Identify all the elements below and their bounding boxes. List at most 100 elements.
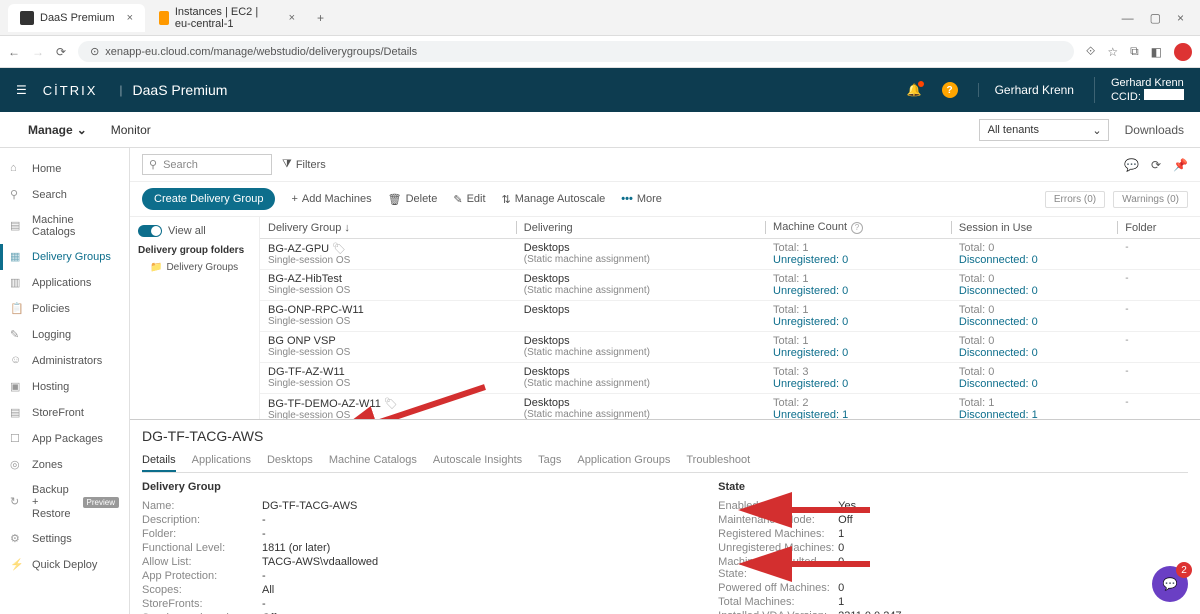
user-profile[interactable]: Gerhard Krenn CCID: <box>1094 77 1184 103</box>
col-folder[interactable]: Folder <box>1117 217 1200 239</box>
edit-button[interactable]: ✎Edit <box>453 193 485 206</box>
detail-value: - <box>262 598 266 610</box>
tab-details[interactable]: Details <box>142 450 176 472</box>
search-input[interactable]: ⚲Search <box>142 154 272 175</box>
create-delivery-group-button[interactable]: Create Delivery Group <box>142 188 275 210</box>
table-row[interactable]: BG-AZ-HibTestSingle-session OS Desktops(… <box>260 270 1200 301</box>
nav-delivery-groups[interactable]: ▦Delivery Groups <box>0 244 129 270</box>
nav-applications[interactable]: ▥Applications <box>0 270 129 296</box>
col-delivering[interactable]: Delivering <box>516 217 765 239</box>
table-row[interactable]: BG-ONP-RPC-W11Single-session OS Desktops… <box>260 301 1200 332</box>
table-row[interactable]: BG-TF-DEMO-AZ-W11 🏷Single-session OS Des… <box>260 394 1200 420</box>
zones-icon: ◎ <box>10 458 24 472</box>
translate-icon[interactable]: ⟐ <box>1086 44 1095 59</box>
nav-settings[interactable]: ⚙Settings <box>0 526 129 552</box>
nav-quick-deploy[interactable]: ⚡Quick Deploy <box>0 552 129 578</box>
detail-row: Functional Level:1811 (or later) <box>142 541 378 555</box>
detail-label: Scopes: <box>142 584 262 596</box>
chat-widget[interactable]: 💬 2 <box>1152 566 1188 602</box>
tab-applications[interactable]: Applications <box>192 450 251 472</box>
pin-icon[interactable]: 📌 <box>1173 158 1188 172</box>
nav-storefront[interactable]: ▤StoreFront <box>0 400 129 426</box>
close-icon[interactable]: × <box>289 12 295 24</box>
user-name[interactable]: Gerhard Krenn <box>978 83 1074 97</box>
address-bar[interactable]: ⊙ xenapp-eu.cloud.com/manage/webstudio/d… <box>78 41 1074 62</box>
toggle-switch[interactable] <box>138 225 162 237</box>
col-delivery-group[interactable]: Delivery Group ↓ <box>260 217 516 239</box>
tab-autoscale-insights[interactable]: Autoscale Insights <box>433 450 522 472</box>
tab-application-groups[interactable]: Application Groups <box>577 450 670 472</box>
nav-app-packages[interactable]: ☐App Packages <box>0 426 129 452</box>
separator: | <box>119 83 122 97</box>
minimize-icon[interactable]: — <box>1122 11 1134 25</box>
refresh-icon[interactable]: ⟳ <box>1151 158 1161 172</box>
folder-icon: 📁 <box>150 262 162 273</box>
tab-troubleshoot[interactable]: Troubleshoot <box>686 450 750 472</box>
nav-machine-catalogs[interactable]: ▤Machine Catalogs <box>0 208 129 244</box>
maximize-icon[interactable]: ▢ <box>1150 11 1161 25</box>
browser-tab-inactive[interactable]: Instances | EC2 | eu-central-1 × <box>147 4 307 32</box>
nav-search[interactable]: ⚲Search <box>0 182 129 208</box>
nav-zones[interactable]: ◎Zones <box>0 452 129 478</box>
close-icon[interactable]: × <box>1177 11 1184 25</box>
view-all-toggle[interactable]: View all <box>138 225 251 237</box>
extensions-icon[interactable]: ⧉ <box>1130 44 1139 59</box>
forward-icon[interactable]: → <box>32 45 44 59</box>
chat-count-badge: 2 <box>1176 562 1192 578</box>
info-icon[interactable]: ? <box>851 222 863 234</box>
table-row[interactable]: DG-TF-AZ-W11Single-session OS Desktops(S… <box>260 363 1200 394</box>
filters-button[interactable]: ⧩Filters <box>282 158 326 171</box>
close-icon[interactable]: × <box>127 12 133 24</box>
detail-value: Off <box>838 514 852 526</box>
content-area: ⚲Search ⧩Filters 💬 ⟳ 📌 Create Delivery G… <box>130 148 1200 614</box>
tab-manage[interactable]: Manage ⌄ <box>16 112 99 147</box>
nav-home[interactable]: ⌂Home <box>0 156 129 182</box>
table-row[interactable]: BG-AZ-GPU 🏷Single-session OS Desktops(St… <box>260 239 1200 270</box>
tab-desktops[interactable]: Desktops <box>267 450 313 472</box>
new-tab-button[interactable]: + <box>317 11 324 25</box>
back-icon[interactable]: ← <box>8 45 20 59</box>
folder-item[interactable]: 📁Delivery Groups <box>138 260 251 275</box>
nav-hosting[interactable]: ▣Hosting <box>0 374 129 400</box>
policies-icon: 📋 <box>10 302 24 316</box>
notifications-icon[interactable]: 🔔 <box>907 83 922 97</box>
tenant-selector[interactable]: All tenants <box>979 119 1109 141</box>
nav-policies[interactable]: 📋Policies <box>0 296 129 322</box>
detail-value: 0 <box>838 582 844 594</box>
reload-icon[interactable]: ⟳ <box>56 45 66 59</box>
detail-value: 1 <box>838 596 844 608</box>
col-sessions[interactable]: Session in Use <box>951 217 1117 239</box>
tab-monitor[interactable]: Monitor <box>99 112 163 147</box>
nav-backup-restore[interactable]: ↻Backup + RestorePreview <box>0 478 129 526</box>
errors-badge[interactable]: Errors (0) <box>1045 191 1105 208</box>
detail-row: App Protection:- <box>142 569 378 583</box>
browser-tab-active[interactable]: DaaS Premium × <box>8 4 145 32</box>
tab-machine-catalogs[interactable]: Machine Catalogs <box>329 450 417 472</box>
site-info-icon[interactable]: ⊙ <box>90 45 99 58</box>
table-row[interactable]: BG ONP VSPSingle-session OS Desktops(Sta… <box>260 332 1200 363</box>
chat-icon[interactable]: 💬 <box>1124 158 1139 172</box>
add-machines-button[interactable]: +Add Machines <box>291 193 371 205</box>
browser-url-bar: ← → ⟳ ⊙ xenapp-eu.cloud.com/manage/webst… <box>0 36 1200 68</box>
manage-autoscale-button[interactable]: ⇅Manage Autoscale <box>502 193 606 206</box>
citrix-favicon <box>20 11 34 25</box>
menu-icon[interactable]: ☰ <box>16 83 27 97</box>
help-icon[interactable]: ? <box>942 82 958 98</box>
col-machine-count[interactable]: Machine Count? <box>765 217 951 239</box>
chat-icon: 💬 <box>1163 577 1178 591</box>
more-button[interactable]: •••More <box>621 193 662 205</box>
delete-button[interactable]: 🗑Delete <box>388 193 438 206</box>
profile-avatar[interactable] <box>1174 43 1192 61</box>
sidebar-icon[interactable]: ◧ <box>1151 45 1162 59</box>
detail-label: Powered off Machines: <box>718 582 838 594</box>
search-icon: ⚲ <box>149 158 157 171</box>
detail-row: Allow List:TACG-AWS\vdaallowed <box>142 555 378 569</box>
nav-logging[interactable]: ✎Logging <box>0 322 129 348</box>
downloads-link[interactable]: Downloads <box>1125 123 1184 137</box>
tab-tags[interactable]: Tags <box>538 450 561 472</box>
secondary-nav: Manage ⌄ Monitor All tenants Downloads <box>0 112 1200 148</box>
bookmark-icon[interactable]: ☆ <box>1107 45 1118 59</box>
warnings-badge[interactable]: Warnings (0) <box>1113 191 1188 208</box>
detail-row: Total Machines:1 <box>718 595 910 609</box>
nav-administrators[interactable]: ☺Administrators <box>0 348 129 374</box>
